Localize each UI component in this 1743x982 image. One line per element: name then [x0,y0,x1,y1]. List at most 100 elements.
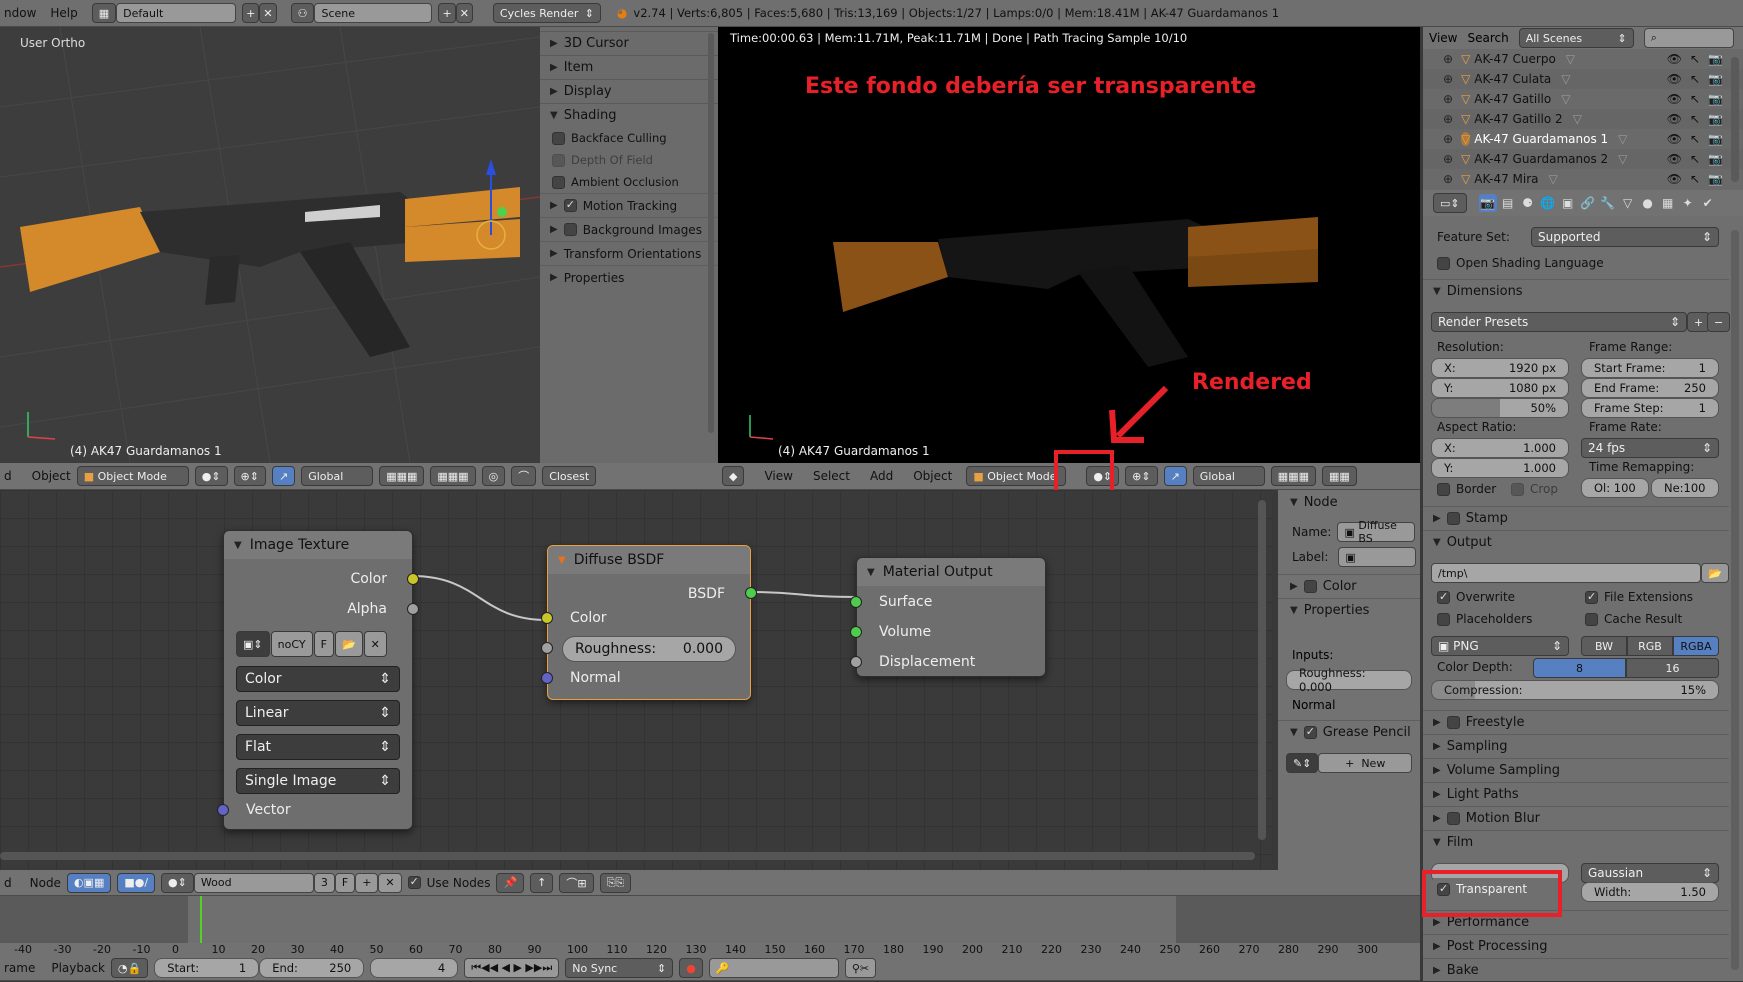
visibility-eye-icon[interactable]: 👁 [1667,112,1682,126]
menu-object[interactable]: Object [32,469,71,483]
mode-select[interactable]: ■ Object Mode [76,466,189,486]
shelf-panel-0[interactable]: ▶ 3D Cursor [540,31,718,55]
node-label-field[interactable]: ▣ [1338,547,1417,567]
pixel-filter-select[interactable]: Gaussian ⇕ [1581,863,1719,883]
shelf-panel-more[interactable]: ▶ Transform Orientations [540,241,718,265]
selectable-cursor-icon[interactable]: ↖ [1690,112,1700,126]
visibility-eye-icon[interactable]: 👁 [1667,72,1682,86]
record-button[interactable]: ● [679,958,703,978]
panel-properties[interactable]: ▼ Properties [1278,598,1420,622]
visibility-eye-icon[interactable]: 👁 [1667,172,1682,186]
crop-checkbox[interactable] [1511,482,1524,496]
frame-rate-select[interactable]: 24 fps ⇕ [1581,438,1719,458]
socket-bsdf-out[interactable] [745,587,757,599]
shelf-panel-1[interactable]: ▶ Item [540,55,718,79]
node-editor-scrollbar-h[interactable] [0,852,1255,860]
visibility-eye-icon[interactable]: 👁 [1667,152,1682,166]
panel-node[interactable]: ▼ Node [1278,490,1420,514]
mode-select[interactable]: ■ Object Mode [966,466,1067,486]
snap-target-select[interactable]: Closest [542,466,597,486]
physics-tab-icon[interactable]: ✔ [1699,194,1717,212]
resolution-y-field[interactable]: Y: 1080 px [1431,378,1569,398]
render-camera-icon[interactable]: 📷 [1708,172,1723,186]
unlink-image-icon[interactable]: ✕ [363,631,387,657]
menu-add[interactable]: d [4,469,12,483]
render-camera-icon[interactable]: 📷 [1708,72,1723,86]
node-name-field[interactable]: ▣ Diffuse BS [1337,519,1416,545]
roughness-field[interactable]: Roughness: 0.000 [1286,666,1412,694]
outliner-item[interactable]: ⊕ ▽ AK-47 Gatillo ▽ 👁 ↖ 📷 [1423,89,1743,109]
feature-set-select[interactable]: Supported ⇕ [1531,227,1719,247]
collapse-icon[interactable]: ▼ [558,555,566,566]
panel-enable-checkbox[interactable] [1446,812,1460,825]
layers-grid-2[interactable]: ▦▦▦ [430,466,476,486]
expand-icon[interactable]: ⊕ [1443,92,1453,106]
menu-view[interactable]: View [1429,31,1457,45]
expand-icon[interactable]: ⊕ [1443,72,1453,86]
expand-icon[interactable]: ⊕ [1443,112,1453,126]
keying-icon[interactable]: ◔🔒 [110,958,149,978]
panel-collapsed[interactable]: ▶ Motion Blur [1423,806,1729,830]
render-camera-icon[interactable]: 📷 [1708,152,1723,166]
node-material-output[interactable]: ▼ Material Output Surface Volume Displace… [850,557,1046,677]
color-mode-rgba[interactable]: RGBA [1673,636,1719,656]
panel-collapsed[interactable]: ▶ Sampling [1423,734,1729,758]
fake-user-button[interactable]: F [313,631,334,657]
color-depth-16[interactable]: 16 [1626,658,1719,678]
ak47-model[interactable] [20,187,520,357]
render-engine-select[interactable]: Cycles Render ⇕ [492,3,601,23]
layers-grid[interactable]: ▦▦▦ [379,466,425,486]
socket-roughness-in[interactable] [541,642,553,654]
editor-type-select[interactable]: ◆ [722,466,745,486]
resolution-percentage-slider[interactable]: 50% [1431,398,1569,418]
menu-frame[interactable]: rame [4,961,35,975]
snap-icon[interactable]: ⌒⊞ [559,872,594,893]
timeline-ruler[interactable]: -40 -30 -20 -10 0 10 20 30 40 50 60 70 80 90 100 110 120… [0,943,1420,956]
properties-scrollbar[interactable] [1731,230,1739,970]
render-camera-icon[interactable]: 📷 [1708,52,1723,66]
socket-alpha-out[interactable] [407,603,419,615]
material-tab-icon[interactable]: ● [1639,194,1657,212]
screen-layout-icon[interactable]: ▦ [91,3,117,23]
pin-icon[interactable]: 📌 [496,872,525,893]
overwrite-checkbox[interactable] [1437,590,1450,604]
menu-search[interactable]: Search [1467,31,1508,45]
panel-collapsed[interactable]: ▶ Volume Sampling [1423,758,1729,782]
scene-icon[interactable]: ⚇ [290,3,315,23]
color-mode-rgb[interactable]: RGB [1627,636,1673,656]
proportional-edit-button[interactable]: ◎ [481,466,506,486]
color-mode-bw[interactable]: BW [1581,636,1627,656]
viewport-3d[interactable]: User Ortho (4) AK47 Guardamanos 1 [0,27,540,463]
copy-paste-icon[interactable]: ⎘⎘ [599,872,632,893]
frame-step-field[interactable]: Frame Step: 1 [1581,398,1719,418]
render-presets-select[interactable]: Render Presets ⇕ [1431,312,1687,332]
orientation-select[interactable]: Global [1192,466,1265,486]
shelf-panel-more[interactable]: ▶ Background Images [540,217,718,241]
output-path-input[interactable]: /tmp\ [1431,563,1701,583]
aspect-x-field[interactable]: X: 1.000 [1431,438,1569,458]
editor-type-select[interactable]: ▭⇕ [1433,193,1467,213]
data-tab-icon[interactable]: ▽ [1619,194,1637,212]
expand-icon[interactable]: ⊕ [1443,52,1453,66]
compression-slider[interactable]: Compression: 15% [1431,680,1719,700]
image-name-field[interactable]: noCY [270,631,313,657]
remove-preset-button[interactable]: − [1707,312,1731,332]
image-browse-icon[interactable]: ▣⇕ [236,631,270,657]
cache-result-checkbox[interactable] [1585,612,1598,626]
shading-select[interactable]: ●⇕ [194,466,228,486]
shelf-scrollbar[interactable] [708,33,714,433]
socket-volume-in[interactable] [850,626,862,638]
start-frame-field[interactable]: Start: 1 [154,958,260,978]
color-depth-8[interactable]: 8 [1533,658,1626,678]
panel-grease-pencil[interactable]: ▼Grease Pencil [1278,720,1420,744]
panel-color[interactable]: ▶ Color [1278,574,1420,598]
constraints-tab-icon[interactable]: 🔗 [1579,194,1597,212]
panel-output[interactable]: ▼ Output [1423,530,1729,554]
expand-icon[interactable]: ⊕ [1443,172,1453,186]
playback-controls[interactable]: ⏮◀◀ ◀ ▶ ▶▶⏭ [464,958,560,978]
source-select[interactable]: Single Image ⇕ [236,768,400,794]
menu-playback[interactable]: Playback [51,961,105,975]
resolution-x-field[interactable]: X: 1920 px [1431,358,1569,378]
panel-bake[interactable]: ▶ Bake [1423,958,1729,982]
keying-set-field[interactable]: 🔑 [708,958,839,978]
